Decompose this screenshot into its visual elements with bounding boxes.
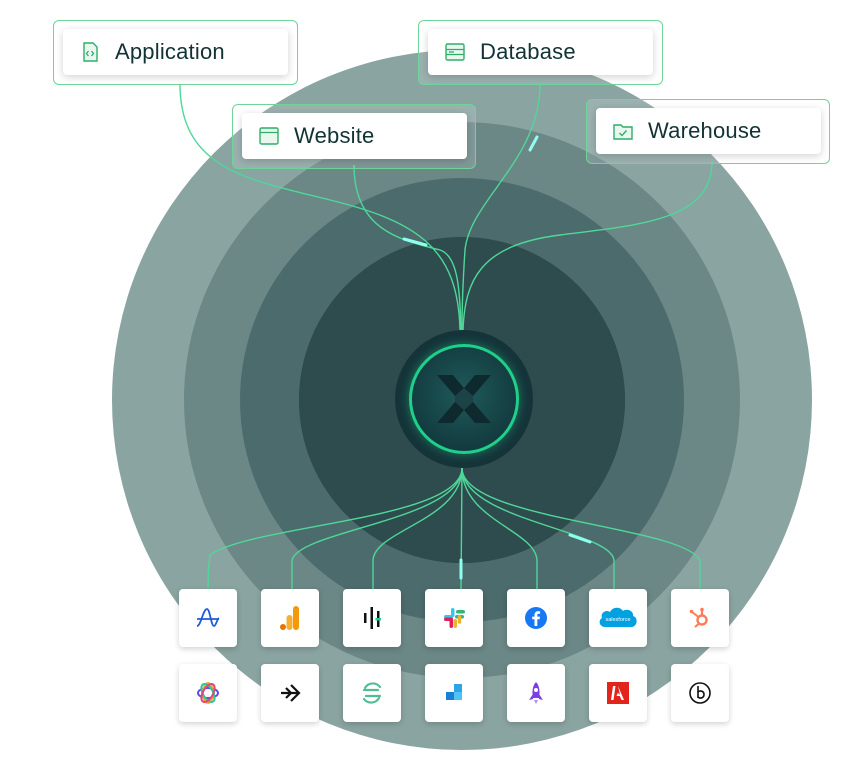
destination-rocket[interactable] (507, 664, 565, 722)
destination-adobe[interactable] (589, 664, 647, 722)
source-label: Database (480, 39, 576, 64)
integration-diagram: Application Website Database Warehouse s… (0, 0, 862, 768)
folder-check-icon (612, 120, 634, 142)
facebook-icon (525, 607, 547, 629)
slack-icon (444, 608, 465, 628)
source-label: Website (294, 123, 375, 148)
source-label: Warehouse (648, 118, 762, 143)
x-logo-icon (437, 375, 491, 423)
destination-appcues[interactable] (179, 664, 237, 722)
blocks-icon (446, 684, 462, 700)
adobe-icon (607, 682, 629, 704)
destination-mixpanel[interactable] (343, 589, 401, 647)
destination-google-analytics[interactable] (261, 589, 319, 647)
hubspot-icon (689, 607, 708, 628)
destination-braze[interactable] (671, 664, 729, 722)
source-database[interactable]: Database (428, 29, 653, 75)
destination-salesforce[interactable]: salesforce (589, 589, 647, 647)
mixpanel-icon (364, 607, 381, 629)
destination-arrow[interactable] (261, 664, 319, 722)
source-application[interactable]: Application (63, 29, 288, 75)
source-label: Application (115, 39, 225, 64)
destination-amplitude[interactable] (179, 589, 237, 647)
rocket-icon (529, 682, 543, 704)
code-file-icon (79, 41, 101, 63)
salesforce-wordmark: salesforce (605, 617, 630, 623)
destination-segment[interactable] (343, 664, 401, 722)
appcues-icon (197, 682, 219, 704)
destination-slack[interactable] (425, 589, 483, 647)
browser-window-icon (258, 125, 280, 147)
destination-facebook[interactable] (507, 589, 565, 647)
braze-icon (689, 682, 711, 704)
database-server-icon (444, 41, 466, 63)
destination-hubspot[interactable] (671, 589, 729, 647)
destination-blocks[interactable] (425, 664, 483, 722)
segment-icon (362, 682, 382, 704)
amplitude-icon (196, 608, 220, 627)
arrow-logo-icon (281, 684, 301, 702)
google-analytics-icon (280, 606, 299, 630)
source-website[interactable]: Website (242, 113, 467, 159)
salesforce-icon: salesforce (599, 607, 637, 627)
source-warehouse[interactable]: Warehouse (596, 108, 821, 154)
hub (395, 330, 533, 468)
